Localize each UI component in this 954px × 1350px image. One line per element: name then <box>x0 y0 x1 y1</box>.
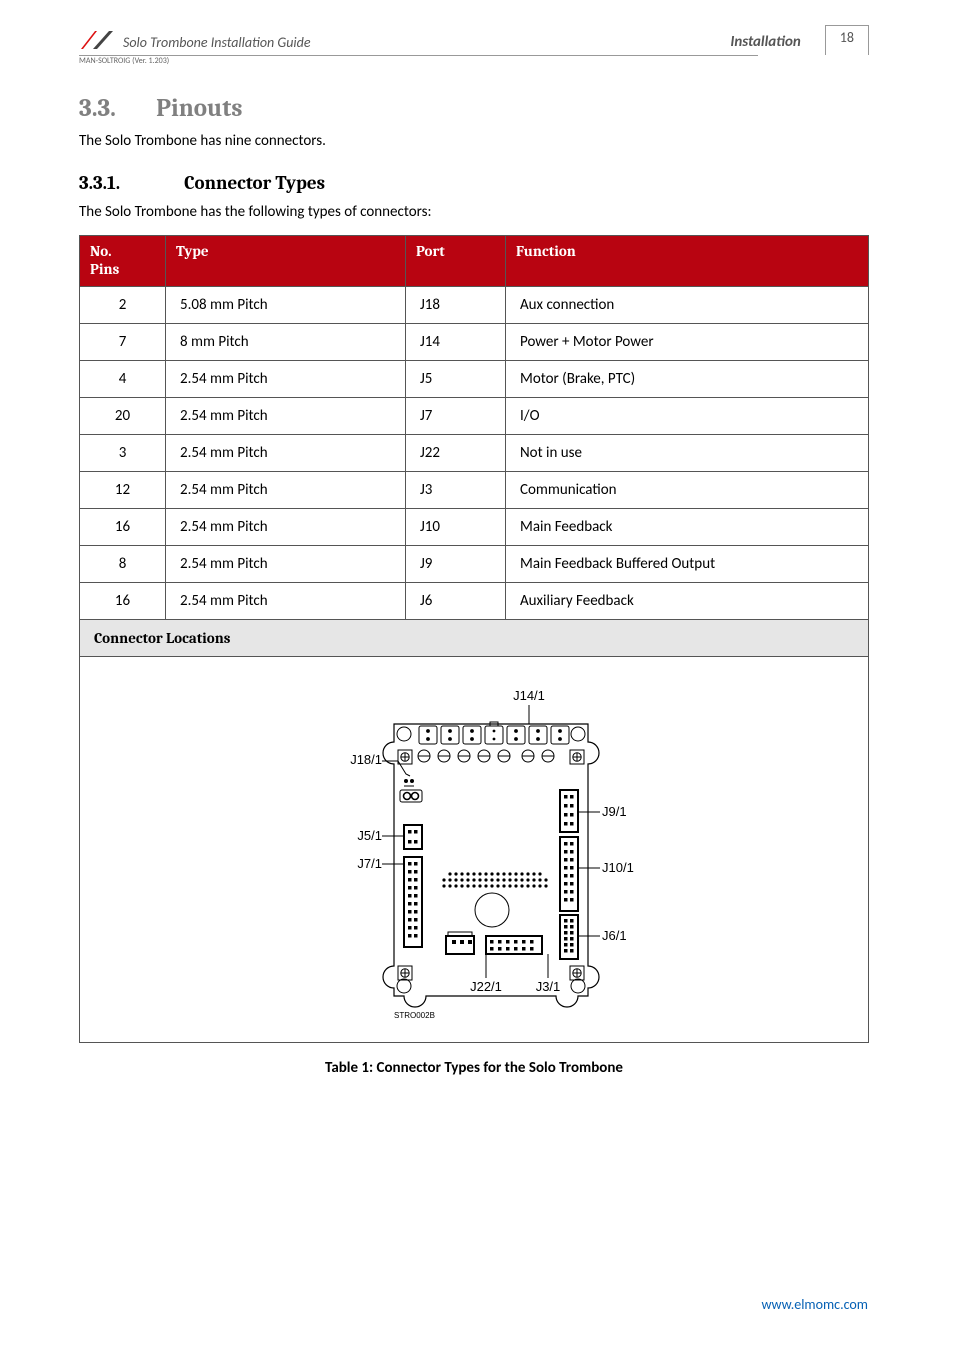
version-text: MAN-SOLTROIG (Ver. 1.203) <box>79 57 869 67</box>
cell-type: 2.54 mm Pitch <box>166 546 406 583</box>
diagram-label-j14: J14/1 <box>513 688 545 703</box>
cell-port: J7 <box>406 398 506 435</box>
cell-pins: 8 <box>80 546 166 583</box>
subsection-number: 3.3.1. <box>79 172 181 195</box>
cell-type: 2.54 mm Pitch <box>166 509 406 546</box>
cell-pins: 12 <box>80 472 166 509</box>
table-row: 4 2.54 mm Pitch J5 Motor (Brake, PTC) <box>80 361 869 398</box>
subsection-intro: The Solo Trombone has the following type… <box>79 203 869 221</box>
locations-subheader: Connector Locations <box>80 620 869 657</box>
cell-type: 5.08 mm Pitch <box>166 287 406 324</box>
cell-function: I/O <box>506 398 869 435</box>
col-header-port: Port <box>406 236 506 287</box>
cell-port: J3 <box>406 472 506 509</box>
cell-port: J18 <box>406 287 506 324</box>
cell-port: J6 <box>406 583 506 620</box>
subsection-heading: 3.3.1. Connector Types <box>79 172 869 195</box>
page-number: 18 <box>825 25 869 55</box>
section-intro: The Solo Trombone has nine connectors. <box>79 132 869 150</box>
cell-type: 8 mm Pitch <box>166 324 406 361</box>
cell-type: 2.54 mm Pitch <box>166 472 406 509</box>
col-header-pins-text: No.Pins <box>90 242 119 278</box>
table-caption: Table 1: Connector Types for the Solo Tr… <box>79 1059 869 1077</box>
cell-port: J5 <box>406 361 506 398</box>
cell-port: J14 <box>406 324 506 361</box>
col-header-function: Function <box>506 236 869 287</box>
section-label: Installation <box>730 33 800 53</box>
diagram-label-j10: J10/1 <box>602 860 634 875</box>
section-heading: 3.3. Pinouts <box>79 94 869 124</box>
table-row: 20 2.54 mm Pitch J7 I/O <box>80 398 869 435</box>
cell-function: Aux connection <box>506 287 869 324</box>
table-row: 2 5.08 mm Pitch J18 Aux connection <box>80 287 869 324</box>
page-header: Solo Trombone Installation Guide Install… <box>79 25 869 53</box>
table-row: 12 2.54 mm Pitch J3 Communication <box>80 472 869 509</box>
brand-logo-icon <box>79 27 115 53</box>
diagram-row: J14/1 <box>80 657 869 1043</box>
cell-type: 2.54 mm Pitch <box>166 583 406 620</box>
diagram-label-j22: J22/1 <box>470 979 502 994</box>
cell-pins: 16 <box>80 583 166 620</box>
header-rule <box>79 55 758 56</box>
locations-subheader-text: Connector Locations <box>80 620 869 657</box>
cell-pins: 20 <box>80 398 166 435</box>
diagram-label-j6: J6/1 <box>602 928 627 943</box>
cell-port: J22 <box>406 435 506 472</box>
diagram-label-j7: J7/1 <box>357 856 382 871</box>
diagram-label-j3: J3/1 <box>536 979 561 994</box>
footer-link-anchor[interactable]: www.elmomc.com <box>761 1296 868 1313</box>
cell-pins: 16 <box>80 509 166 546</box>
subsection-title: Connector Types <box>184 172 325 194</box>
table-row: 8 2.54 mm Pitch J9 Main Feedback Buffere… <box>80 546 869 583</box>
cell-function: Auxiliary Feedback <box>506 583 869 620</box>
table-row: 16 2.54 mm Pitch J6 Auxiliary Feedback <box>80 583 869 620</box>
diagram-label-j5: J5/1 <box>357 828 382 843</box>
cell-function: Main Feedback Buffered Output <box>506 546 869 583</box>
connector-table: No.Pins Type Port Function 2 5.08 mm Pit… <box>79 235 869 1043</box>
section-number: 3.3. <box>79 94 153 124</box>
cell-type: 2.54 mm Pitch <box>166 435 406 472</box>
cell-type: 2.54 mm Pitch <box>166 398 406 435</box>
cell-pins: 2 <box>80 287 166 324</box>
cell-pins: 4 <box>80 361 166 398</box>
col-header-pins: No.Pins <box>80 236 166 287</box>
table-row: 16 2.54 mm Pitch J10 Main Feedback <box>80 509 869 546</box>
cell-function: Not in use <box>506 435 869 472</box>
cell-function: Motor (Brake, PTC) <box>506 361 869 398</box>
cell-pins: 7 <box>80 324 166 361</box>
cell-function: Power + Motor Power <box>506 324 869 361</box>
col-header-type: Type <box>166 236 406 287</box>
footer-link[interactable]: www.elmomc.com <box>761 1297 868 1314</box>
cell-port: J9 <box>406 546 506 583</box>
diagram-footer-code: STRO002B <box>394 1011 435 1020</box>
cell-function: Communication <box>506 472 869 509</box>
section-title: Pinouts <box>156 94 242 123</box>
cell-port: J10 <box>406 509 506 546</box>
diagram-label-j9: J9/1 <box>602 804 627 819</box>
table-row: 3 2.54 mm Pitch J22 Not in use <box>80 435 869 472</box>
cell-function: Main Feedback <box>506 509 869 546</box>
connector-locations-diagram: J14/1 <box>254 682 694 1022</box>
cell-pins: 3 <box>80 435 166 472</box>
table-row: 7 8 mm Pitch J14 Power + Motor Power <box>80 324 869 361</box>
doc-title: Solo Trombone Installation Guide <box>123 35 730 53</box>
cell-type: 2.54 mm Pitch <box>166 361 406 398</box>
diagram-label-j18: J18/1 <box>350 752 382 767</box>
